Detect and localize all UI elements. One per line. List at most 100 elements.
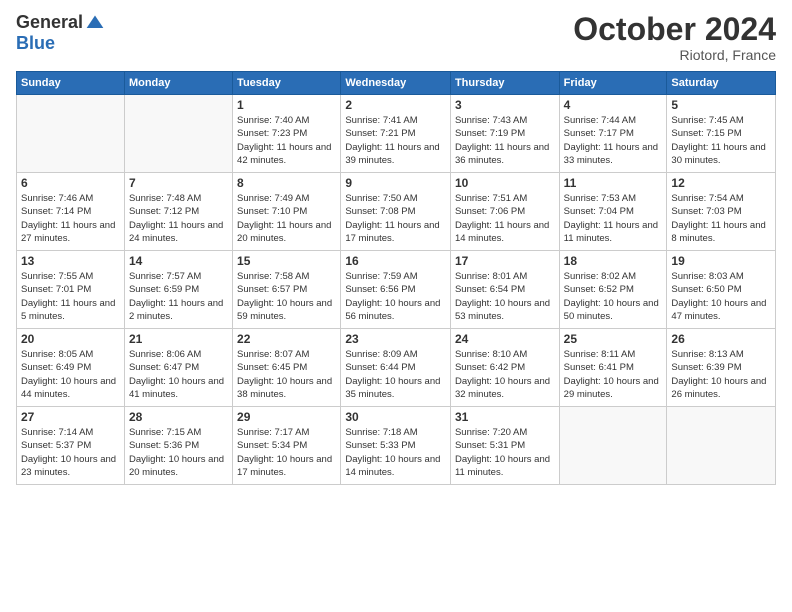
calendar-cell: 10 Sunrise: 7:51 AM Sunset: 7:06 PM Dayli… bbox=[450, 173, 559, 251]
day-number: 6 bbox=[21, 176, 120, 190]
day-info: Sunrise: 8:02 AM Sunset: 6:52 PM Dayligh… bbox=[564, 270, 663, 323]
logo-icon bbox=[85, 13, 105, 33]
day-number: 13 bbox=[21, 254, 120, 268]
day-number: 2 bbox=[345, 98, 446, 112]
day-number: 11 bbox=[564, 176, 663, 190]
day-info: Sunrise: 7:45 AM Sunset: 7:15 PM Dayligh… bbox=[671, 114, 771, 167]
day-info: Sunrise: 7:59 AM Sunset: 6:56 PM Dayligh… bbox=[345, 270, 446, 323]
day-number: 22 bbox=[237, 332, 336, 346]
calendar-cell bbox=[17, 95, 125, 173]
location: Riotord, France bbox=[573, 47, 776, 63]
day-info: Sunrise: 8:05 AM Sunset: 6:49 PM Dayligh… bbox=[21, 348, 120, 401]
calendar-cell: 2 Sunrise: 7:41 AM Sunset: 7:21 PM Daylig… bbox=[341, 95, 451, 173]
calendar-cell: 14Sunrise: 7:57 AM Sunset: 6:59 PM Dayli… bbox=[124, 251, 232, 329]
day-info: Sunrise: 7:54 AM Sunset: 7:03 PM Dayligh… bbox=[671, 192, 771, 245]
calendar-cell: 31 Sunrise: 7:20 AM Sunset: 5:31 PM Dayli… bbox=[450, 407, 559, 485]
weekday-header: Friday bbox=[559, 72, 667, 95]
day-info: Sunrise: 7:46 AM Sunset: 7:14 PM Dayligh… bbox=[21, 192, 120, 245]
weekday-header: Monday bbox=[124, 72, 232, 95]
day-info: Sunrise: 8:03 AM Sunset: 6:50 PM Dayligh… bbox=[671, 270, 771, 323]
calendar-cell: 13 Sunrise: 7:55 AM Sunset: 7:01 PM Dayli… bbox=[17, 251, 125, 329]
calendar-cell bbox=[124, 95, 232, 173]
calendar-cell: 19 Sunrise: 8:03 AM Sunset: 6:50 PM Dayli… bbox=[667, 251, 776, 329]
calendar-cell: 28 Sunrise: 7:15 AM Sunset: 5:36 PM Dayli… bbox=[124, 407, 232, 485]
day-info: Sunrise: 7:40 AM Sunset: 7:23 PM Dayligh… bbox=[237, 114, 336, 167]
weekday-header: Saturday bbox=[667, 72, 776, 95]
calendar-cell bbox=[667, 407, 776, 485]
calendar-cell: 16 Sunrise: 7:59 AM Sunset: 6:56 PM Dayli… bbox=[341, 251, 451, 329]
calendar-cell: 18 Sunrise: 8:02 AM Sunset: 6:52 PM Dayli… bbox=[559, 251, 667, 329]
day-info: Sunrise: 8:07 AM Sunset: 6:45 PM Dayligh… bbox=[237, 348, 336, 401]
weekday-header: Wednesday bbox=[341, 72, 451, 95]
calendar-cell: 25Sunrise: 8:11 AM Sunset: 6:41 PM Dayli… bbox=[559, 329, 667, 407]
day-info: Sunrise: 7:50 AM Sunset: 7:08 PM Dayligh… bbox=[345, 192, 446, 245]
day-info: Sunrise: 7:58 AM Sunset: 6:57 PM Dayligh… bbox=[237, 270, 336, 323]
calendar-cell: 4 Sunrise: 7:44 AM Sunset: 7:17 PM Daylig… bbox=[559, 95, 667, 173]
day-number: 28 bbox=[129, 410, 228, 424]
day-number: 17 bbox=[455, 254, 555, 268]
day-number: 23 bbox=[345, 332, 446, 346]
weekday-header: Tuesday bbox=[233, 72, 341, 95]
day-info: Sunrise: 7:53 AM Sunset: 7:04 PM Dayligh… bbox=[564, 192, 663, 245]
calendar-cell: 12Sunrise: 7:54 AM Sunset: 7:03 PM Dayli… bbox=[667, 173, 776, 251]
calendar-cell: 20 Sunrise: 8:05 AM Sunset: 6:49 PM Dayli… bbox=[17, 329, 125, 407]
weekday-header-row: SundayMondayTuesdayWednesdayThursdayFrid… bbox=[17, 72, 776, 95]
calendar-cell: 21Sunrise: 8:06 AM Sunset: 6:47 PM Dayli… bbox=[124, 329, 232, 407]
logo: General Blue bbox=[16, 12, 105, 54]
day-number: 10 bbox=[455, 176, 555, 190]
day-number: 20 bbox=[21, 332, 120, 346]
day-info: Sunrise: 7:17 AM Sunset: 5:34 PM Dayligh… bbox=[237, 426, 336, 479]
day-info: Sunrise: 7:41 AM Sunset: 7:21 PM Dayligh… bbox=[345, 114, 446, 167]
calendar-cell: 11 Sunrise: 7:53 AM Sunset: 7:04 PM Dayli… bbox=[559, 173, 667, 251]
calendar-cell: 26Sunrise: 8:13 AM Sunset: 6:39 PM Dayli… bbox=[667, 329, 776, 407]
logo-blue: Blue bbox=[16, 33, 55, 54]
calendar-cell bbox=[559, 407, 667, 485]
calendar-week-row: 20 Sunrise: 8:05 AM Sunset: 6:49 PM Dayli… bbox=[17, 329, 776, 407]
title-block: October 2024 Riotord, France bbox=[573, 12, 776, 63]
calendar: SundayMondayTuesdayWednesdayThursdayFrid… bbox=[16, 71, 776, 485]
calendar-cell: 6 Sunrise: 7:46 AM Sunset: 7:14 PM Daylig… bbox=[17, 173, 125, 251]
calendar-week-row: 1 Sunrise: 7:40 AM Sunset: 7:23 PM Daylig… bbox=[17, 95, 776, 173]
weekday-header: Sunday bbox=[17, 72, 125, 95]
day-number: 31 bbox=[455, 410, 555, 424]
weekday-header: Thursday bbox=[450, 72, 559, 95]
day-info: Sunrise: 7:48 AM Sunset: 7:12 PM Dayligh… bbox=[129, 192, 228, 245]
day-info: Sunrise: 7:18 AM Sunset: 5:33 PM Dayligh… bbox=[345, 426, 446, 479]
day-number: 3 bbox=[455, 98, 555, 112]
day-number: 1 bbox=[237, 98, 336, 112]
logo-general: General bbox=[16, 12, 83, 33]
calendar-cell: 1 Sunrise: 7:40 AM Sunset: 7:23 PM Daylig… bbox=[233, 95, 341, 173]
day-number: 8 bbox=[237, 176, 336, 190]
day-number: 7 bbox=[129, 176, 228, 190]
day-number: 30 bbox=[345, 410, 446, 424]
day-info: Sunrise: 7:14 AM Sunset: 5:37 PM Dayligh… bbox=[21, 426, 120, 479]
day-number: 29 bbox=[237, 410, 336, 424]
day-info: Sunrise: 7:44 AM Sunset: 7:17 PM Dayligh… bbox=[564, 114, 663, 167]
day-info: Sunrise: 7:55 AM Sunset: 7:01 PM Dayligh… bbox=[21, 270, 120, 323]
day-number: 4 bbox=[564, 98, 663, 112]
day-number: 15 bbox=[237, 254, 336, 268]
day-number: 5 bbox=[671, 98, 771, 112]
day-info: Sunrise: 7:20 AM Sunset: 5:31 PM Dayligh… bbox=[455, 426, 555, 479]
calendar-cell: 22 Sunrise: 8:07 AM Sunset: 6:45 PM Dayli… bbox=[233, 329, 341, 407]
month-title: October 2024 bbox=[573, 12, 776, 47]
calendar-week-row: 13 Sunrise: 7:55 AM Sunset: 7:01 PM Dayli… bbox=[17, 251, 776, 329]
calendar-cell: 8Sunrise: 7:49 AM Sunset: 7:10 PM Daylig… bbox=[233, 173, 341, 251]
calendar-cell: 30 Sunrise: 7:18 AM Sunset: 5:33 PM Dayli… bbox=[341, 407, 451, 485]
day-number: 16 bbox=[345, 254, 446, 268]
calendar-cell: 23 Sunrise: 8:09 AM Sunset: 6:44 PM Dayli… bbox=[341, 329, 451, 407]
day-number: 24 bbox=[455, 332, 555, 346]
day-info: Sunrise: 8:01 AM Sunset: 6:54 PM Dayligh… bbox=[455, 270, 555, 323]
calendar-cell: 27Sunrise: 7:14 AM Sunset: 5:37 PM Dayli… bbox=[17, 407, 125, 485]
day-info: Sunrise: 8:09 AM Sunset: 6:44 PM Dayligh… bbox=[345, 348, 446, 401]
day-info: Sunrise: 7:43 AM Sunset: 7:19 PM Dayligh… bbox=[455, 114, 555, 167]
day-info: Sunrise: 7:51 AM Sunset: 7:06 PM Dayligh… bbox=[455, 192, 555, 245]
day-number: 18 bbox=[564, 254, 663, 268]
day-number: 14 bbox=[129, 254, 228, 268]
day-info: Sunrise: 8:10 AM Sunset: 6:42 PM Dayligh… bbox=[455, 348, 555, 401]
day-info: Sunrise: 7:15 AM Sunset: 5:36 PM Dayligh… bbox=[129, 426, 228, 479]
calendar-cell: 3 Sunrise: 7:43 AM Sunset: 7:19 PM Daylig… bbox=[450, 95, 559, 173]
day-info: Sunrise: 8:13 AM Sunset: 6:39 PM Dayligh… bbox=[671, 348, 771, 401]
day-number: 21 bbox=[129, 332, 228, 346]
day-number: 19 bbox=[671, 254, 771, 268]
